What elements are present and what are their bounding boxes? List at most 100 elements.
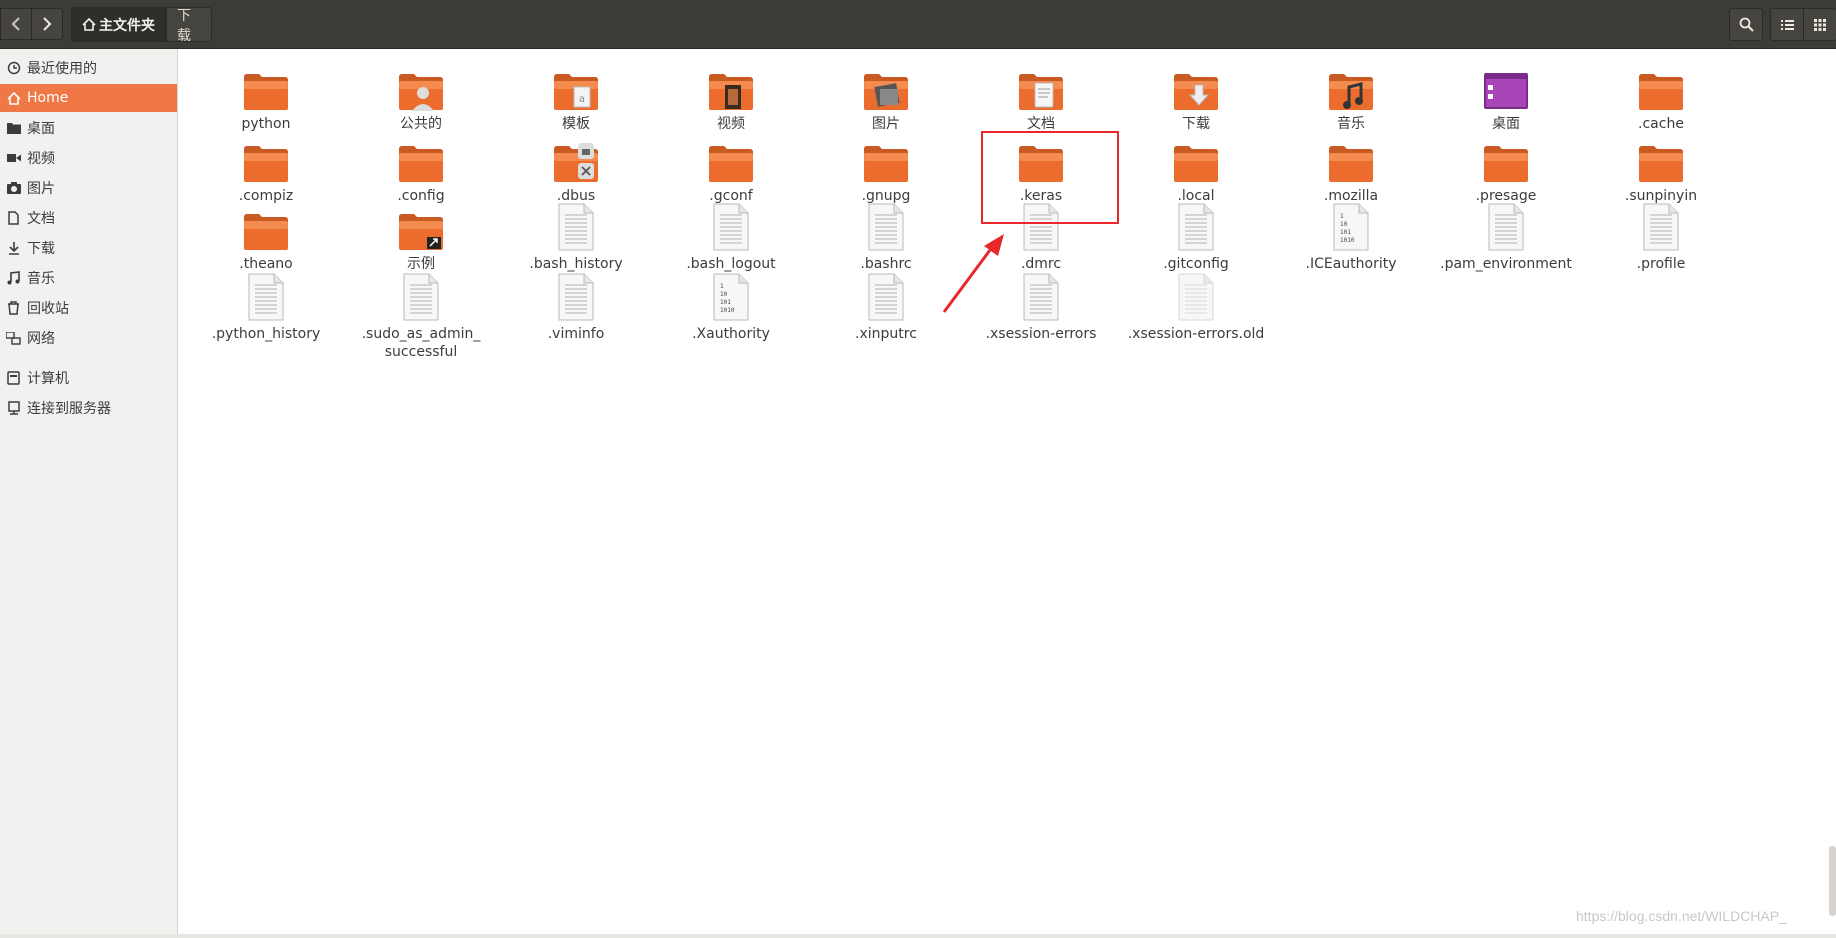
watermark: https://blog.csdn.net/WILDCHAP_ (1576, 908, 1787, 924)
text-file-icon (656, 199, 806, 251)
file-name-label: .Xauthority (692, 326, 770, 342)
folder-item[interactable]: .local (1121, 131, 1271, 205)
folder-icon (501, 131, 651, 183)
folder-icon (1276, 59, 1426, 111)
folder-icon (346, 131, 496, 183)
folder-icon (811, 131, 961, 183)
folder-item[interactable]: .sunpinyin (1586, 131, 1736, 205)
svg-text:a: a (579, 94, 585, 105)
list-view-button[interactable] (1770, 8, 1804, 41)
file-item[interactable]: .xsession-errors.old (1121, 269, 1271, 343)
file-item[interactable]: 1 10 101 1010 .Xauthority (656, 269, 806, 343)
folder-icon (1586, 131, 1736, 183)
file-item[interactable]: .sudo_as_admin_ successful (346, 269, 496, 361)
folder-icon (1431, 59, 1581, 111)
sidebar-item-label: 计算机 (27, 371, 69, 387)
sidebar-item-computer[interactable]: 计算机 (0, 364, 177, 392)
folder-icon (346, 59, 496, 111)
bottom-border (0, 934, 1836, 938)
folder-icon (1276, 131, 1426, 183)
file-item[interactable]: .python_history (191, 269, 341, 343)
sidebar-item-trash[interactable]: 回收站 (0, 294, 177, 322)
sidebar-item-music[interactable]: 音乐 (0, 264, 177, 292)
file-name-label: .ICEauthority (1305, 256, 1397, 272)
file-item[interactable]: .viminfo (501, 269, 651, 343)
sidebar-item-downloads[interactable]: 下载 (0, 234, 177, 262)
file-item[interactable]: .bash_history (501, 199, 651, 273)
folder-item[interactable]: .gnupg (811, 131, 961, 205)
folder-item[interactable]: .presage (1431, 131, 1581, 205)
file-name-label: .xinputrc (855, 326, 917, 342)
svg-text:1010: 1010 (720, 307, 735, 314)
folder-item[interactable]: .cache (1586, 59, 1736, 133)
sidebar-item-connect-server[interactable]: 连接到服务器 (0, 394, 177, 422)
forward-button[interactable] (31, 8, 63, 40)
folder-icon (811, 59, 961, 111)
file-item[interactable]: .bash_logout (656, 199, 806, 273)
folder-item[interactable]: 桌面 (1431, 59, 1581, 133)
file-item[interactable]: .xinputrc (811, 269, 961, 343)
annotation-highlight-box (981, 131, 1119, 224)
folder-item[interactable]: 视频 (656, 59, 806, 133)
sidebar-item-label: Home (27, 90, 69, 106)
scrollbar[interactable] (1829, 846, 1836, 916)
folder-item[interactable]: 音乐 (1276, 59, 1426, 133)
computer-icon (0, 371, 27, 385)
music-icon (0, 271, 27, 285)
text-file-icon (811, 199, 961, 251)
document-icon (0, 211, 27, 225)
file-item[interactable]: .profile (1586, 199, 1736, 273)
file-item[interactable]: .gitconfig (1121, 199, 1271, 273)
breadcrumb-home-label: 主文件夹 (99, 17, 155, 34)
folder-item[interactable]: python (191, 59, 341, 133)
svg-text:10: 10 (1340, 221, 1348, 228)
file-item[interactable]: .bashrc (811, 199, 961, 273)
file-item[interactable]: .pam_environment (1431, 199, 1581, 273)
folder-item[interactable]: .theano (191, 199, 341, 273)
sidebar-item-home[interactable]: Home (0, 84, 177, 112)
folder-icon (966, 59, 1116, 111)
sidebar-item-pictures[interactable]: 图片 (0, 174, 177, 202)
text-file-icon (1121, 269, 1271, 321)
sidebar-item-label: 连接到服务器 (27, 401, 111, 417)
folder-item[interactable]: 图片 (811, 59, 961, 133)
chevron-left-icon (11, 17, 20, 31)
folder-item[interactable]: .compiz (191, 131, 341, 205)
server-icon (0, 401, 27, 415)
folder-icon (346, 199, 496, 251)
grid-view-button[interactable] (1803, 8, 1836, 41)
text-file-icon (1121, 199, 1271, 251)
folder-item[interactable]: .mozilla (1276, 131, 1426, 205)
sidebar-item-videos[interactable]: 视频 (0, 144, 177, 172)
breadcrumb-download[interactable]: 下载 (166, 7, 212, 44)
file-item[interactable]: 1 10 101 1010 .ICEauthority (1276, 199, 1426, 273)
list-view-icon (1780, 19, 1794, 30)
folder-item[interactable]: .config (346, 131, 496, 205)
folder-icon (191, 59, 341, 111)
folder-icon (1121, 59, 1271, 111)
breadcrumb-download-label: 下载 (177, 7, 191, 44)
folder-item[interactable]: a 模板 (501, 59, 651, 133)
svg-text:1: 1 (1340, 213, 1344, 220)
file-name-label: .pam_environment (1440, 256, 1572, 272)
svg-text:101: 101 (1340, 229, 1351, 236)
breadcrumb-home[interactable]: 主文件夹 (71, 7, 166, 42)
svg-text:1: 1 (720, 283, 724, 290)
folder-item[interactable]: .gconf (656, 131, 806, 205)
folder-item[interactable]: 下载 (1121, 59, 1271, 133)
camera-icon (0, 182, 27, 194)
folder-item[interactable]: 公共的 (346, 59, 496, 133)
video-icon (0, 153, 27, 163)
text-file-icon (191, 269, 341, 321)
folder-item[interactable]: 示例 (346, 199, 496, 273)
sidebar-item-recent[interactable]: 最近使用的 (0, 54, 177, 82)
sidebar-item-desktop[interactable]: 桌面 (0, 114, 177, 142)
folder-item[interactable]: .dbus (501, 131, 651, 205)
sidebar-item-network[interactable]: 网络 (0, 324, 177, 352)
sidebar-item-documents[interactable]: 文档 (0, 204, 177, 232)
file-name-label: .python_history (211, 326, 321, 342)
folder-item[interactable]: 文档 (966, 59, 1116, 133)
sidebar-item-label: 桌面 (27, 121, 55, 137)
back-button[interactable] (0, 8, 32, 40)
search-button[interactable] (1729, 8, 1763, 41)
